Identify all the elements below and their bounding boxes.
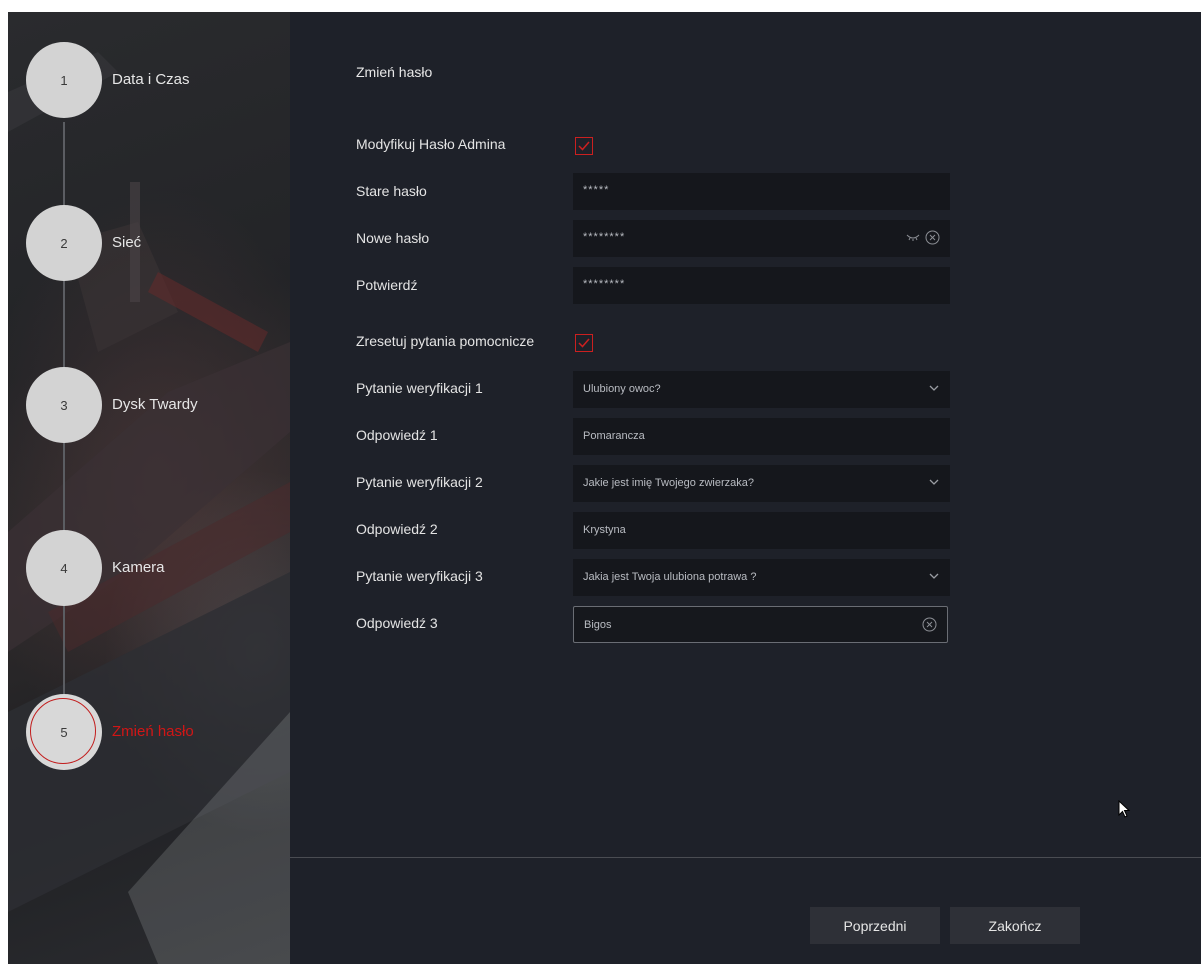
question1-value: Ulubiony owoc?	[583, 383, 661, 395]
wizard-step-3[interactable]: 3 Dysk Twardy	[24, 367, 284, 447]
wizard-sidebar: 1 Data i Czas 2 Sieć 3 Dysk Twardy 4 Kam…	[8, 12, 290, 964]
step-number-circle: 2	[26, 205, 102, 281]
clear-circle-icon[interactable]	[925, 230, 940, 245]
answer1-value: Pomarancza	[583, 430, 645, 442]
confirm-password-value: ********	[583, 278, 626, 290]
new-password-field[interactable]: ********	[573, 220, 950, 257]
active-step-ring	[30, 698, 96, 764]
wizard-step-5[interactable]: 5 Zmień hasło	[24, 694, 284, 774]
answer2-value: Krystyna	[583, 524, 626, 536]
question3-select[interactable]: Jakia jest Twoja ulubiona potrawa ?	[573, 559, 950, 596]
change-password-panel: Zmień hasło Modyfikuj Hasło Admina Stare…	[290, 12, 1201, 964]
old-password-label: Stare hasło	[356, 183, 427, 199]
footer-divider	[290, 857, 1201, 858]
previous-button[interactable]: Poprzedni	[810, 907, 940, 944]
wizard-step-1[interactable]: 1 Data i Czas	[24, 42, 284, 122]
step-label: Data i Czas	[112, 71, 190, 88]
answer2-field[interactable]: Krystyna	[573, 512, 950, 549]
clear-circle-icon[interactable]	[922, 617, 937, 632]
sidebar-background-image	[8, 52, 290, 964]
old-password-field[interactable]: *****	[573, 173, 950, 210]
new-password-value: ********	[583, 231, 626, 243]
question2-select[interactable]: Jakie jest imię Twojego zwierzaka?	[573, 465, 950, 502]
answer1-field[interactable]: Pomarancza	[573, 418, 950, 455]
step-label: Zmień hasło	[112, 723, 194, 740]
question2-value: Jakie jest imię Twojego zwierzaka?	[583, 477, 754, 489]
answer3-value: Bigos	[584, 619, 612, 631]
question1-select[interactable]: Ulubiony owoc?	[573, 371, 950, 408]
question2-label: Pytanie weryfikacji 2	[356, 474, 483, 490]
question1-label: Pytanie weryfikacji 1	[356, 380, 483, 396]
answer3-field[interactable]: Bigos	[573, 606, 948, 643]
mouse-cursor-icon	[1118, 800, 1131, 818]
step-label: Dysk Twardy	[112, 396, 198, 413]
question3-value: Jakia jest Twoja ulubiona potrawa ?	[583, 571, 757, 583]
wizard-step-4[interactable]: 4 Kamera	[24, 530, 284, 610]
reset-questions-label: Zresetuj pytania pomocnicze	[356, 333, 535, 349]
step-label: Kamera	[112, 559, 165, 576]
finish-button[interactable]: Zakończ	[950, 907, 1080, 944]
chevron-down-icon	[929, 573, 939, 579]
setup-wizard-window: 1 Data i Czas 2 Sieć 3 Dysk Twardy 4 Kam…	[8, 12, 1201, 964]
page-title: Zmień hasło	[356, 64, 433, 80]
chevron-down-icon	[929, 385, 939, 391]
new-password-label: Nowe hasło	[356, 230, 430, 246]
modify-admin-label: Modyfikuj Hasło Admina	[356, 136, 506, 152]
step-number-circle: 1	[26, 42, 102, 118]
answer2-label: Odpowiedź 2	[356, 521, 438, 537]
old-password-value: *****	[583, 184, 610, 196]
checkmark-icon	[578, 141, 590, 151]
confirm-password-field[interactable]: ********	[573, 267, 950, 304]
step-number-circle: 4	[26, 530, 102, 606]
modify-admin-checkbox[interactable]	[575, 137, 593, 155]
reset-questions-checkbox[interactable]	[575, 334, 593, 352]
eye-closed-icon[interactable]	[906, 233, 920, 241]
wizard-step-2[interactable]: 2 Sieć	[24, 205, 284, 285]
answer1-label: Odpowiedź 1	[356, 427, 438, 443]
question3-label: Pytanie weryfikacji 3	[356, 568, 483, 584]
answer3-label: Odpowiedź 3	[356, 615, 438, 631]
checkmark-icon	[578, 338, 590, 348]
chevron-down-icon	[929, 479, 939, 485]
confirm-password-label: Potwierdź	[356, 277, 418, 293]
step-label: Sieć	[112, 234, 142, 251]
step-number-circle: 3	[26, 367, 102, 443]
